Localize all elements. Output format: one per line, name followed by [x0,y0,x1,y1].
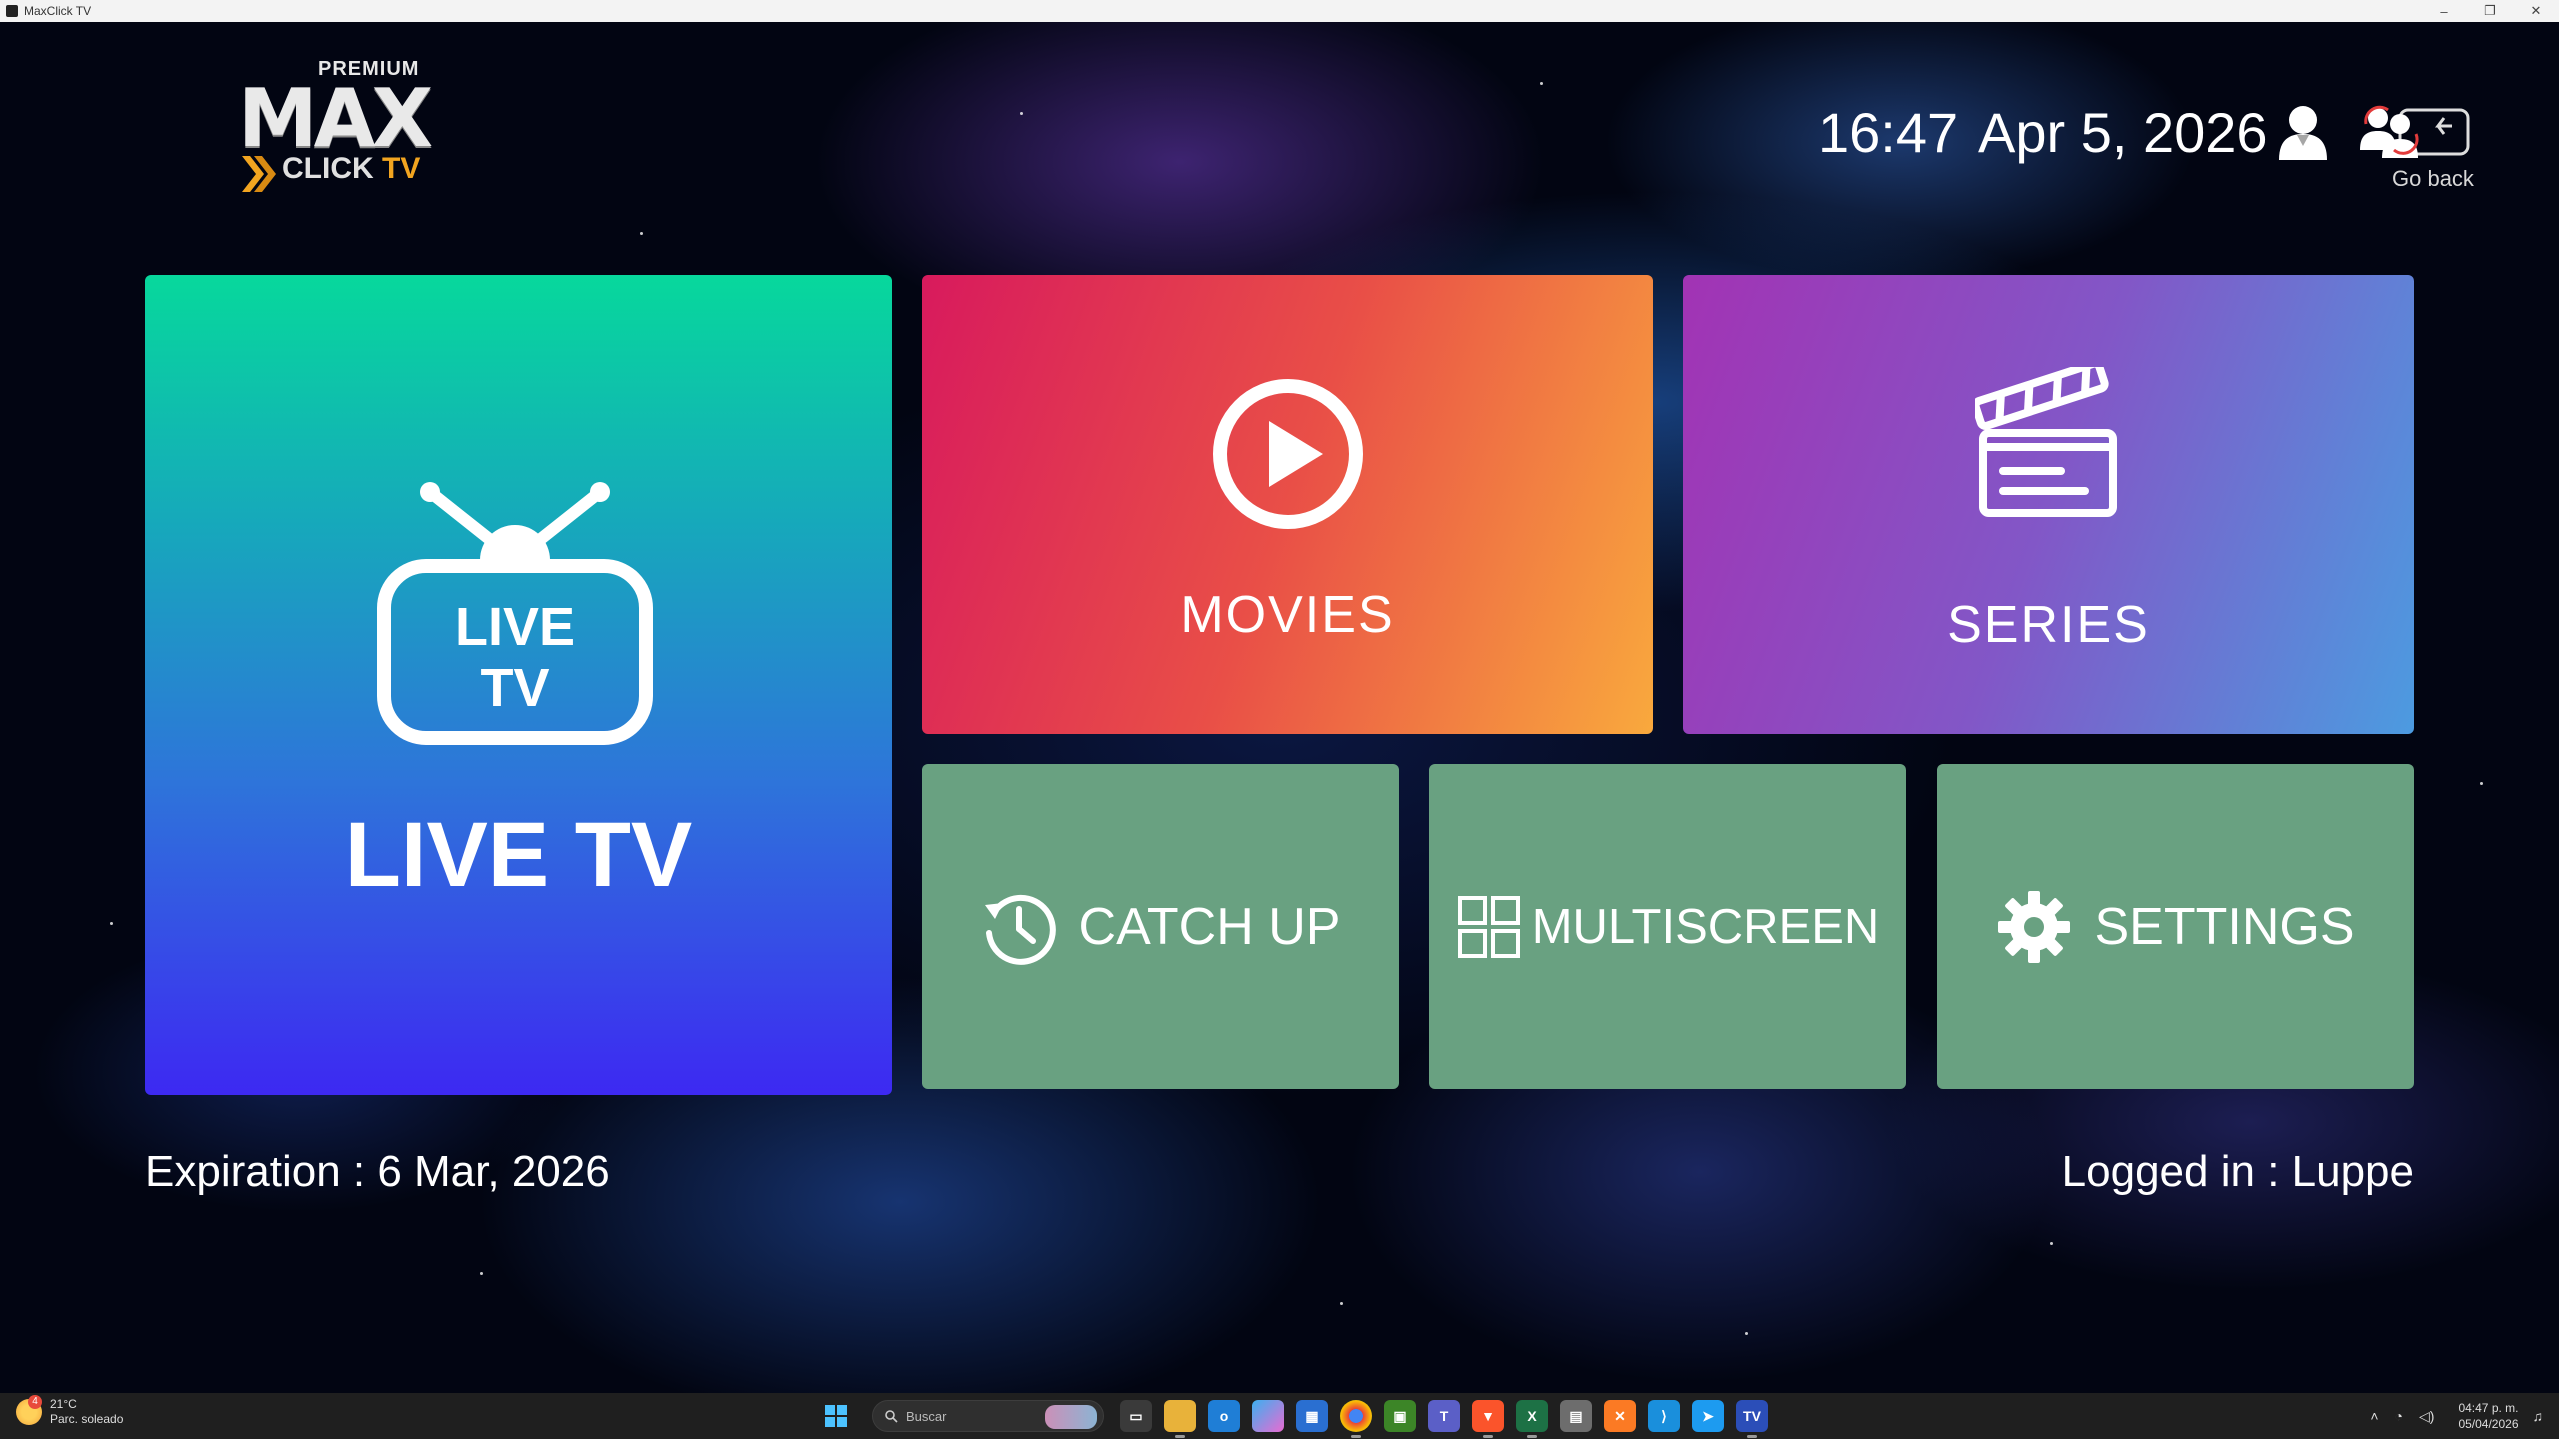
movies-label: MOVIES [1180,586,1395,644]
tv-icon-text-live: LIVE [455,597,575,657]
clapperboard-icon [1975,367,2117,517]
taskbar-center: Buscar ▭ o ▦ ▣ T ▼ X ▤ ✕ ⟩ ➤ TV [818,1393,1774,1439]
live-tv-label: LIVE TV [344,804,693,906]
excel-icon[interactable]: X [1516,1400,1548,1438]
multiscreen-tile[interactable]: MULTISCREEN [1429,764,1906,1089]
expiration-text: Expiration : 6 Mar, 2026 [145,1147,610,1196]
notification-bell-icon[interactable]: ♫ [2533,1408,2544,1424]
catch-up-tile[interactable]: CATCH UP [922,764,1399,1089]
search-icon [885,1409,898,1423]
tv-antenna-icon: LIVE TV [377,482,653,745]
window-title-bar: MaxClick TV – ❐ ✕ [0,0,2559,22]
logo-clicktv-text: CLICK TV [282,152,421,185]
window-title: MaxClick TV [24,4,92,18]
xampp-icon[interactable]: ✕ [1604,1400,1636,1432]
tray-clock[interactable]: 04:47 p. m. 05/04/2026 [2458,1400,2518,1432]
header-date: Apr 5, 2026 [1978,101,2268,164]
restore-button[interactable]: ❐ [2467,0,2513,22]
logged-in-text: Logged in : Luppe [2061,1147,2414,1196]
chrome-icon[interactable] [1340,1400,1372,1438]
weather-sun-icon: 4 [16,1395,42,1425]
system-tray: ˄ ◔ ◁) 04:47 p. m. 05/04/2026 ♫ [2362,1393,2543,1439]
settings-label: SETTINGS [2094,897,2355,956]
tray-chevron-up-icon[interactable]: ˄ [2370,1408,2378,1424]
header-time: 16:47 [1818,101,1959,164]
weather-desc: Parc. soleado [50,1412,124,1426]
store-icon[interactable]: ▦ [1296,1400,1328,1432]
play-circle-icon [1213,379,1363,529]
live-tv-tile[interactable]: LIVE TV LIVE TV [145,275,892,1095]
minimize-button[interactable]: – [2421,0,2467,22]
maxclick-app-icon[interactable]: TV [1736,1400,1768,1438]
go-back-icon[interactable] [2356,104,2472,166]
teams-icon[interactable]: T [1428,1400,1460,1432]
windows-logo-icon [825,1405,847,1427]
catch-up-label: CATCH UP [1078,897,1341,956]
gear-icon [1998,890,2071,963]
search-highlight-image [1045,1405,1097,1429]
start-button[interactable] [818,1398,854,1434]
close-button[interactable]: ✕ [2513,0,2559,22]
search-placeholder: Buscar [906,1408,947,1424]
history-clock-icon [984,894,1056,965]
tv-icon-text-tv: TV [480,658,549,718]
grid-icon [1457,895,1520,958]
weather-widget[interactable]: 4 21°C Parc. soleado [16,1395,124,1427]
multiscreen-label: MULTISCREEN [1531,899,1880,954]
minecraft-icon[interactable]: ▣ [1384,1400,1416,1432]
go-back-label: Go back [2392,166,2474,191]
copilot-icon[interactable] [1252,1400,1284,1432]
telegram-icon[interactable]: ➤ [1692,1400,1724,1432]
tray-date: 05/04/2026 [2458,1417,2519,1431]
wifi-icon[interactable]: ◔ [2395,1408,2403,1424]
file-explorer-icon[interactable] [1164,1400,1196,1438]
logo-chevron-icon [242,156,276,192]
task-view-icon[interactable]: ▭ [1120,1400,1152,1432]
weather-badge: 4 [28,1395,42,1409]
taskbar: 4 21°C Parc. soleado Buscar ▭ o ▦ ▣ T ▼ … [0,1393,2559,1439]
series-label: SERIES [1947,596,2150,654]
tray-time: 04:47 p. m. [2458,1401,2519,1415]
app-icon [6,5,18,17]
taskbar-search[interactable]: Buscar [872,1400,1104,1432]
volume-icon[interactable]: ◁) [2419,1408,2434,1425]
window-controls: – ❐ ✕ [2421,0,2559,22]
vscode-icon[interactable]: ⟩ [1648,1400,1680,1432]
movies-tile[interactable]: MOVIES [922,275,1653,734]
weather-temp: 21°C [50,1397,77,1411]
settings-tile[interactable]: SETTINGS [1937,764,2414,1089]
outlook-icon[interactable]: o [1208,1400,1240,1432]
app-logo: PREMIUM MAX CLICK TV [238,58,448,198]
calculator-icon[interactable]: ▤ [1560,1400,1592,1432]
user-icon[interactable] [2275,102,2331,162]
series-tile[interactable]: SERIES [1683,275,2414,734]
brave-icon[interactable]: ▼ [1472,1400,1504,1438]
